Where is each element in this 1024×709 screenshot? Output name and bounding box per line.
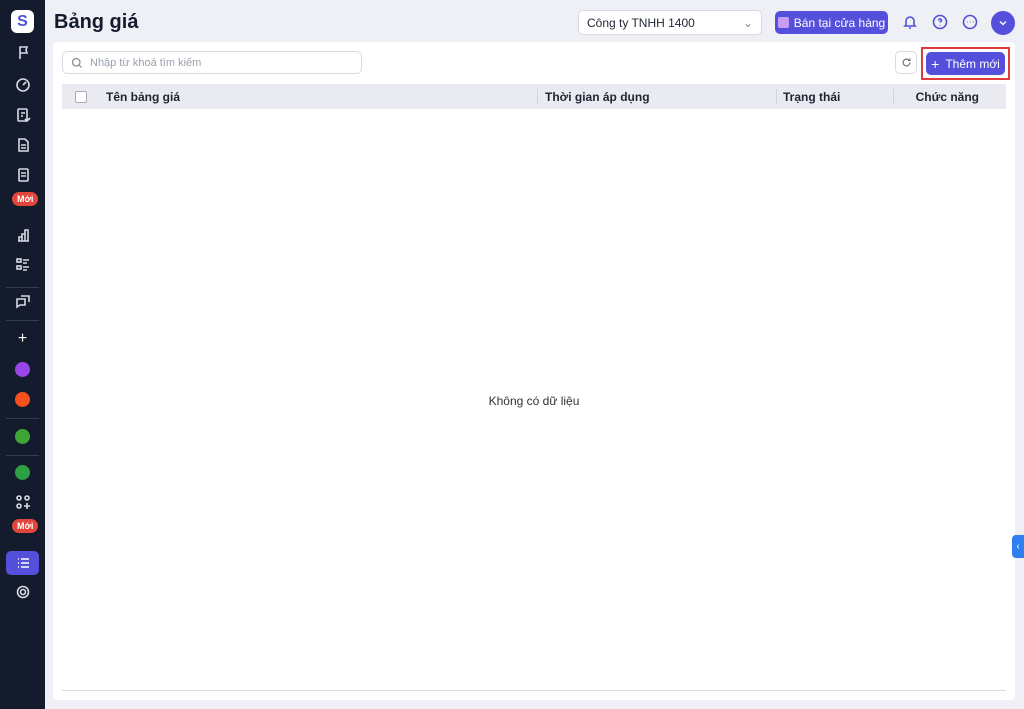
flag-icon[interactable] [6, 41, 39, 65]
chevron-down-icon [999, 21, 1007, 26]
report-chart-icon[interactable] [6, 223, 39, 247]
dashboard-icon[interactable] [6, 73, 39, 97]
plus-icon[interactable]: + [6, 327, 39, 351]
bell-icon[interactable] [901, 13, 918, 30]
chevron-down-icon: ⌄ [742, 16, 753, 30]
receipt-icon[interactable] [6, 163, 39, 187]
apps-add-icon[interactable] [6, 490, 39, 514]
company-select[interactable]: Công ty TNHH 1400 ⌄ [578, 10, 762, 35]
refresh-button[interactable] [895, 51, 917, 74]
store-sale-button[interactable]: Bán tại cửa hàng [775, 11, 888, 34]
divider [6, 455, 39, 456]
add-button-highlight: + Thêm mới [921, 47, 1010, 80]
account-menu-button[interactable] [991, 11, 1015, 35]
column-header-name[interactable]: Tên bảng giá [106, 90, 180, 104]
store-icon [777, 17, 789, 28]
divider [6, 320, 39, 321]
document-icon[interactable] [6, 133, 39, 157]
column-header-actions: Chức năng [915, 90, 979, 104]
price-list-icon[interactable] [6, 551, 39, 575]
chevron-left-icon: ‹ [1016, 541, 1020, 552]
shopee-icon[interactable] [6, 387, 39, 411]
refresh-icon [902, 58, 910, 67]
column-divider [776, 89, 777, 104]
select-all-checkbox[interactable] [75, 91, 87, 103]
add-new-button[interactable]: + Thêm mới [926, 52, 1005, 75]
search-icon [71, 57, 82, 68]
order-check-icon[interactable] [6, 103, 39, 127]
cart-channel-icon[interactable] [6, 424, 39, 448]
divider [6, 287, 39, 288]
content-card: Nhập từ khoá tìm kiếm + Thêm mới Tên bảng… [53, 42, 1015, 700]
column-header-status[interactable]: Trạng thái [783, 90, 840, 104]
app-channel-icon[interactable] [6, 460, 39, 484]
settings-gear-icon[interactable] [6, 580, 39, 604]
search-placeholder: Nhập từ khoá tìm kiếm [90, 56, 202, 69]
divider [6, 418, 39, 419]
chat-icon[interactable] [6, 289, 39, 313]
app-logo[interactable]: S [11, 10, 34, 33]
empty-state-text: Không có dữ liệu [488, 394, 580, 408]
page-title: Bảng giá [54, 11, 139, 33]
list-icon[interactable] [6, 252, 39, 276]
new-badge: Mới [12, 519, 39, 533]
company-name: Công ty TNHH 1400 [587, 16, 695, 30]
add-button-label: Thêm mới [945, 56, 1000, 71]
new-badge: Mới [12, 192, 39, 206]
table-bottom-border [62, 690, 1006, 691]
column-divider [893, 89, 894, 104]
store-button-label: Bán tại cửa hàng [793, 15, 886, 30]
pos-channel-icon[interactable] [6, 357, 39, 381]
more-icon[interactable] [961, 13, 978, 30]
column-header-period[interactable]: Thời gian áp dụng [545, 90, 650, 104]
table-header: Tên bảng giá Thời gian áp dụng Trạng thá… [62, 84, 1006, 109]
column-divider [537, 89, 538, 104]
sidebar: S Mới + Mới [0, 0, 45, 709]
collapse-panel-button[interactable]: ‹ [1012, 535, 1024, 558]
search-input[interactable]: Nhập từ khoá tìm kiếm [62, 51, 362, 74]
plus-icon: + [931, 55, 940, 72]
help-icon[interactable] [931, 13, 948, 30]
